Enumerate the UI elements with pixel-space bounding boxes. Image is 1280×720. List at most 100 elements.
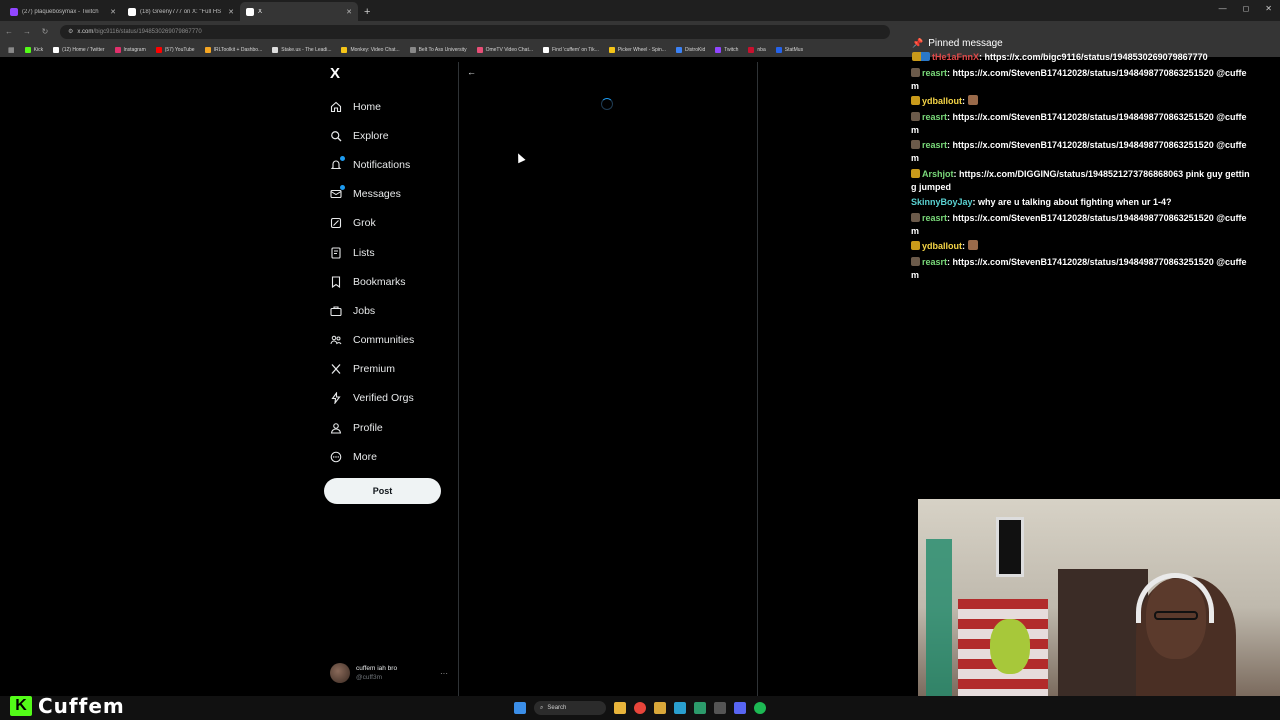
bookmark-favicon-icon	[409, 46, 416, 53]
chat-username[interactable]: SkinnyBoyJay	[911, 197, 973, 207]
nav-item-lists[interactable]: Lists	[330, 238, 414, 267]
chat-username[interactable]: reasrt	[922, 68, 947, 78]
more-options-icon[interactable]: ···	[440, 669, 448, 678]
chrome-icon[interactable]	[634, 702, 646, 714]
post-button[interactable]: Post	[324, 478, 441, 504]
chat-message: reasrt: https://x.com/StevenB17412028/st…	[911, 111, 1247, 135]
bookmark-item[interactable]: OmeTV Video Chat...	[476, 46, 533, 53]
chat-text: https://x.com/StevenB17412028/status/194…	[911, 67, 1247, 91]
bookmarks-icon	[330, 276, 342, 288]
apps-grid-icon[interactable]: ▦	[8, 46, 15, 54]
loading-spinner-icon	[601, 98, 613, 110]
bookmark-label: Stake.us - The Leadi...	[281, 46, 332, 53]
chat-username[interactable]: reasrt	[922, 257, 947, 267]
chat-username[interactable]: ydballout	[922, 96, 962, 106]
chat-message: Arshjot: https://x.com/DIGGING/status/19…	[911, 168, 1250, 192]
nav-item-more[interactable]: More	[330, 442, 414, 471]
kick-logo-icon: K	[10, 696, 32, 716]
terminal-icon[interactable]	[694, 702, 706, 714]
bookmark-label: Monkey: Video Chat...	[350, 46, 400, 53]
reload-icon[interactable]: ↻	[36, 27, 54, 36]
nav-item-bookmarks[interactable]: Bookmarks	[330, 267, 414, 296]
bookmark-item[interactable]: Monkey: Video Chat...	[341, 46, 400, 53]
bookmark-label: Instagram	[123, 46, 146, 53]
streamer-name: Cuffem	[38, 694, 125, 718]
nav-item-notifications[interactable]: Notifications	[330, 150, 414, 179]
bookmark-item[interactable]: Belt To Ass University	[409, 46, 467, 53]
maximize-icon[interactable]: ◻	[1243, 4, 1250, 13]
tab-title: (27) plaquebosymax - Twitch	[22, 8, 99, 15]
chat-text: https://x.com/DIGGING/status/19485212737…	[911, 168, 1250, 192]
nav-item-explore[interactable]: Explore	[330, 121, 414, 150]
tab-strip: (27) plaquebosymax - Twitch ✕ (18) Greeny7…	[4, 2, 358, 21]
chat-username[interactable]: Arshjot	[922, 169, 954, 179]
bookmark-item[interactable]: Stake.us - The Leadi...	[272, 46, 332, 53]
nav-item-grok[interactable]: Grok	[330, 209, 414, 238]
chat-username[interactable]: reasrt	[922, 213, 947, 223]
premium-icon	[330, 363, 342, 375]
profile-name: cuffem iah bro	[356, 665, 398, 672]
nav-item-communities[interactable]: Communities	[330, 326, 414, 355]
nav-item-jobs[interactable]: Jobs	[330, 296, 414, 325]
bookmark-item[interactable]: DistroKid	[675, 46, 705, 53]
chat-username[interactable]: reasrt	[922, 140, 947, 150]
nav-item-verified-orgs[interactable]: Verified Orgs	[330, 384, 414, 413]
bookmark-item[interactable]: (57) YouTube	[155, 46, 195, 53]
bookmark-item[interactable]: Picker Wheel - Spin...	[608, 46, 666, 53]
file-explorer-icon[interactable]	[614, 702, 626, 714]
subscriber-badge-icon	[911, 256, 920, 266]
discord-icon[interactable]	[734, 702, 746, 714]
pin-icon: 📌	[912, 37, 924, 48]
forward-nav-icon[interactable]: →	[18, 27, 36, 36]
back-nav-icon[interactable]: ←	[0, 27, 18, 36]
browser-tab-bar: (27) plaquebosymax - Twitch ✕ (18) Greeny7…	[0, 0, 1280, 21]
chat-text: https://x.com/StevenB17412028/status/194…	[911, 212, 1247, 236]
close-window-icon[interactable]: ✕	[1265, 4, 1272, 13]
browser-tab[interactable]: X ✕	[240, 2, 358, 21]
back-arrow-icon[interactable]: ←	[467, 67, 476, 77]
spotify-icon[interactable]	[754, 702, 766, 714]
nav-item-profile[interactable]: Profile	[330, 413, 414, 442]
bookmark-item[interactable]: IRLToolkit + Dashbo...	[204, 46, 263, 53]
tab-close-icon[interactable]: ✕	[110, 8, 116, 16]
bookmark-item[interactable]: StatMus	[775, 46, 803, 53]
new-tab-button[interactable]: +	[364, 6, 370, 18]
bookmark-item[interactable]: nba	[748, 46, 766, 53]
browser-tab[interactable]: (18) Greeny777 on X: "Full HS ✕	[122, 2, 240, 21]
url-input[interactable]: ⚙ x.com/bigc9116/status/1948530269079867…	[60, 24, 890, 39]
folder-icon[interactable]	[654, 702, 666, 714]
app-icon[interactable]	[714, 702, 726, 714]
chat-username[interactable]: reasrt	[922, 112, 947, 122]
nav-item-premium[interactable]: Premium	[330, 355, 414, 384]
pinned-text: : https://x.com/bigc9116/status/19485302…	[979, 52, 1208, 62]
emote-icon	[967, 95, 978, 105]
bookmark-item[interactable]: Find 'cuffem' on Tik...	[543, 46, 599, 53]
chat-message: reasrt: https://x.com/StevenB17412028/st…	[911, 140, 1247, 163]
app-icon[interactable]	[674, 702, 686, 714]
bookmark-item[interactable]: (12) Home / Twitter	[53, 46, 105, 53]
bookmark-label: IRLToolkit + Dashbo...	[213, 46, 263, 53]
site-info-icon[interactable]: ⚙	[68, 28, 73, 35]
taskbar-search[interactable]: ⌕ Search	[534, 701, 606, 715]
bookmark-item[interactable]: Instagram	[114, 46, 146, 53]
nav-item-messages[interactable]: Messages	[330, 180, 414, 209]
browser-tab[interactable]: (27) plaquebosymax - Twitch ✕	[4, 2, 122, 21]
account-switcher[interactable]: cuffem iah bro @cuff3m ···	[330, 663, 448, 683]
tab-favicon-icon	[10, 7, 18, 16]
bookmark-item[interactable]: Kick	[24, 46, 43, 53]
bookmark-item[interactable]: Twitch	[715, 46, 738, 53]
tab-title: (18) Greeny777 on X: "Full HS	[140, 8, 222, 15]
minimize-icon[interactable]: —	[1219, 4, 1227, 13]
windows-start-icon[interactable]	[514, 702, 526, 714]
tab-close-icon[interactable]: ✕	[228, 8, 234, 16]
nav-item-home[interactable]: Home	[330, 92, 414, 121]
tab-close-icon[interactable]: ✕	[346, 8, 352, 16]
bookmark-favicon-icon	[476, 46, 483, 53]
x-logo-icon[interactable]: X	[330, 66, 346, 82]
search-icon: ⌕	[540, 704, 544, 711]
bookmark-favicon-icon	[543, 46, 550, 53]
url-host: x.com	[77, 28, 94, 35]
bookmark-label: Belt To Ass University	[418, 46, 467, 53]
lists-icon	[330, 246, 342, 259]
chat-username[interactable]: ydballout	[922, 241, 962, 251]
